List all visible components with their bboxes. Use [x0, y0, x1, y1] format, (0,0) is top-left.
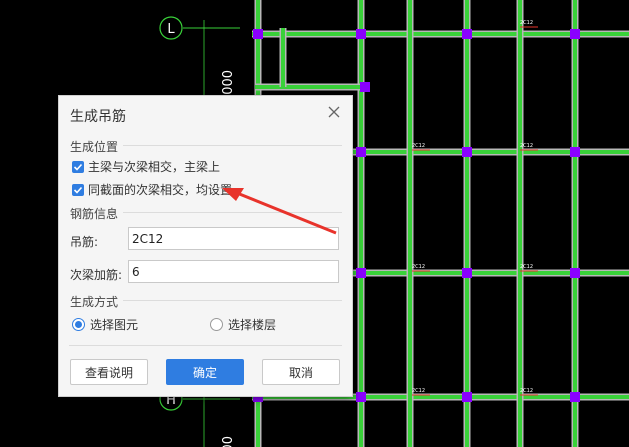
rebar-label: 2C12 [520, 20, 533, 26]
method-section-label: 生成方式 [70, 295, 119, 309]
hanger-label: 吊筋: [70, 235, 99, 249]
column-marker [570, 268, 580, 278]
radio-selected-icon[interactable] [72, 318, 85, 331]
column-marker [356, 29, 366, 39]
position-section-label: 生成位置 [70, 140, 119, 154]
checkbox-same-section-label: 同截面的次梁相交，均设置 [88, 183, 233, 197]
column-marker [462, 392, 472, 402]
radio-unselected-icon[interactable] [210, 318, 223, 331]
column-marker [360, 82, 370, 92]
ok-button[interactable]: 确定 [166, 359, 244, 385]
column-marker [253, 29, 263, 39]
section-divider [123, 300, 342, 301]
cancel-button[interactable]: 取消 [262, 359, 340, 385]
column-marker [462, 29, 472, 39]
dimension-text: 000 [218, 70, 233, 95]
checkbox-checked-icon[interactable] [72, 183, 84, 196]
checkbox-checked-icon[interactable] [72, 160, 84, 173]
section-divider [123, 212, 342, 213]
radio-select-element-label: 选择图元 [90, 318, 139, 332]
rebar-label: 2C12 [520, 264, 533, 270]
axis-label-l: L [167, 22, 175, 37]
hanger-input[interactable]: 2C12 [128, 227, 339, 250]
rebar-label: 2C12 [412, 143, 425, 149]
column-marker [356, 147, 366, 157]
rebar-label: 2C12 [520, 143, 533, 149]
radio-select-floor[interactable]: 选择楼层 [210, 316, 276, 333]
radio-select-element[interactable]: 选择图元 [72, 316, 138, 333]
column-marker [570, 29, 580, 39]
secondary-input[interactable]: 6 [128, 260, 339, 283]
help-button[interactable]: 查看说明 [70, 359, 148, 385]
generate-hanger-dialog: 生成吊筋 生成位置 主梁与次梁相交，主梁上 同截面的次梁相交，均设置 钢筋信息 … [58, 95, 353, 397]
column-marker [570, 392, 580, 402]
rebar-section-label: 钢筋信息 [70, 207, 119, 221]
column-marker [356, 392, 366, 402]
checkbox-same-section[interactable]: 同截面的次梁相交，均设置 [72, 181, 232, 198]
rebar-label: 2C12 [520, 388, 533, 394]
footer-divider [69, 345, 342, 346]
section-divider [123, 145, 342, 146]
radio-select-floor-label: 选择楼层 [228, 318, 277, 332]
column-marker [462, 147, 472, 157]
column-marker [356, 268, 366, 278]
rebar-label: 2C12 [412, 388, 425, 394]
column-marker [462, 268, 472, 278]
rebar-label: 2C12 [412, 264, 425, 270]
secondary-label: 次梁加筋: [70, 268, 123, 282]
close-icon[interactable] [326, 104, 342, 120]
dialog-title: 生成吊筋 [70, 109, 126, 125]
checkbox-main-beam[interactable]: 主梁与次梁相交，主梁上 [72, 158, 220, 175]
dimension-text-bottom: 00 [218, 436, 233, 447]
column-marker [570, 147, 580, 157]
checkbox-main-beam-label: 主梁与次梁相交，主梁上 [88, 160, 221, 174]
